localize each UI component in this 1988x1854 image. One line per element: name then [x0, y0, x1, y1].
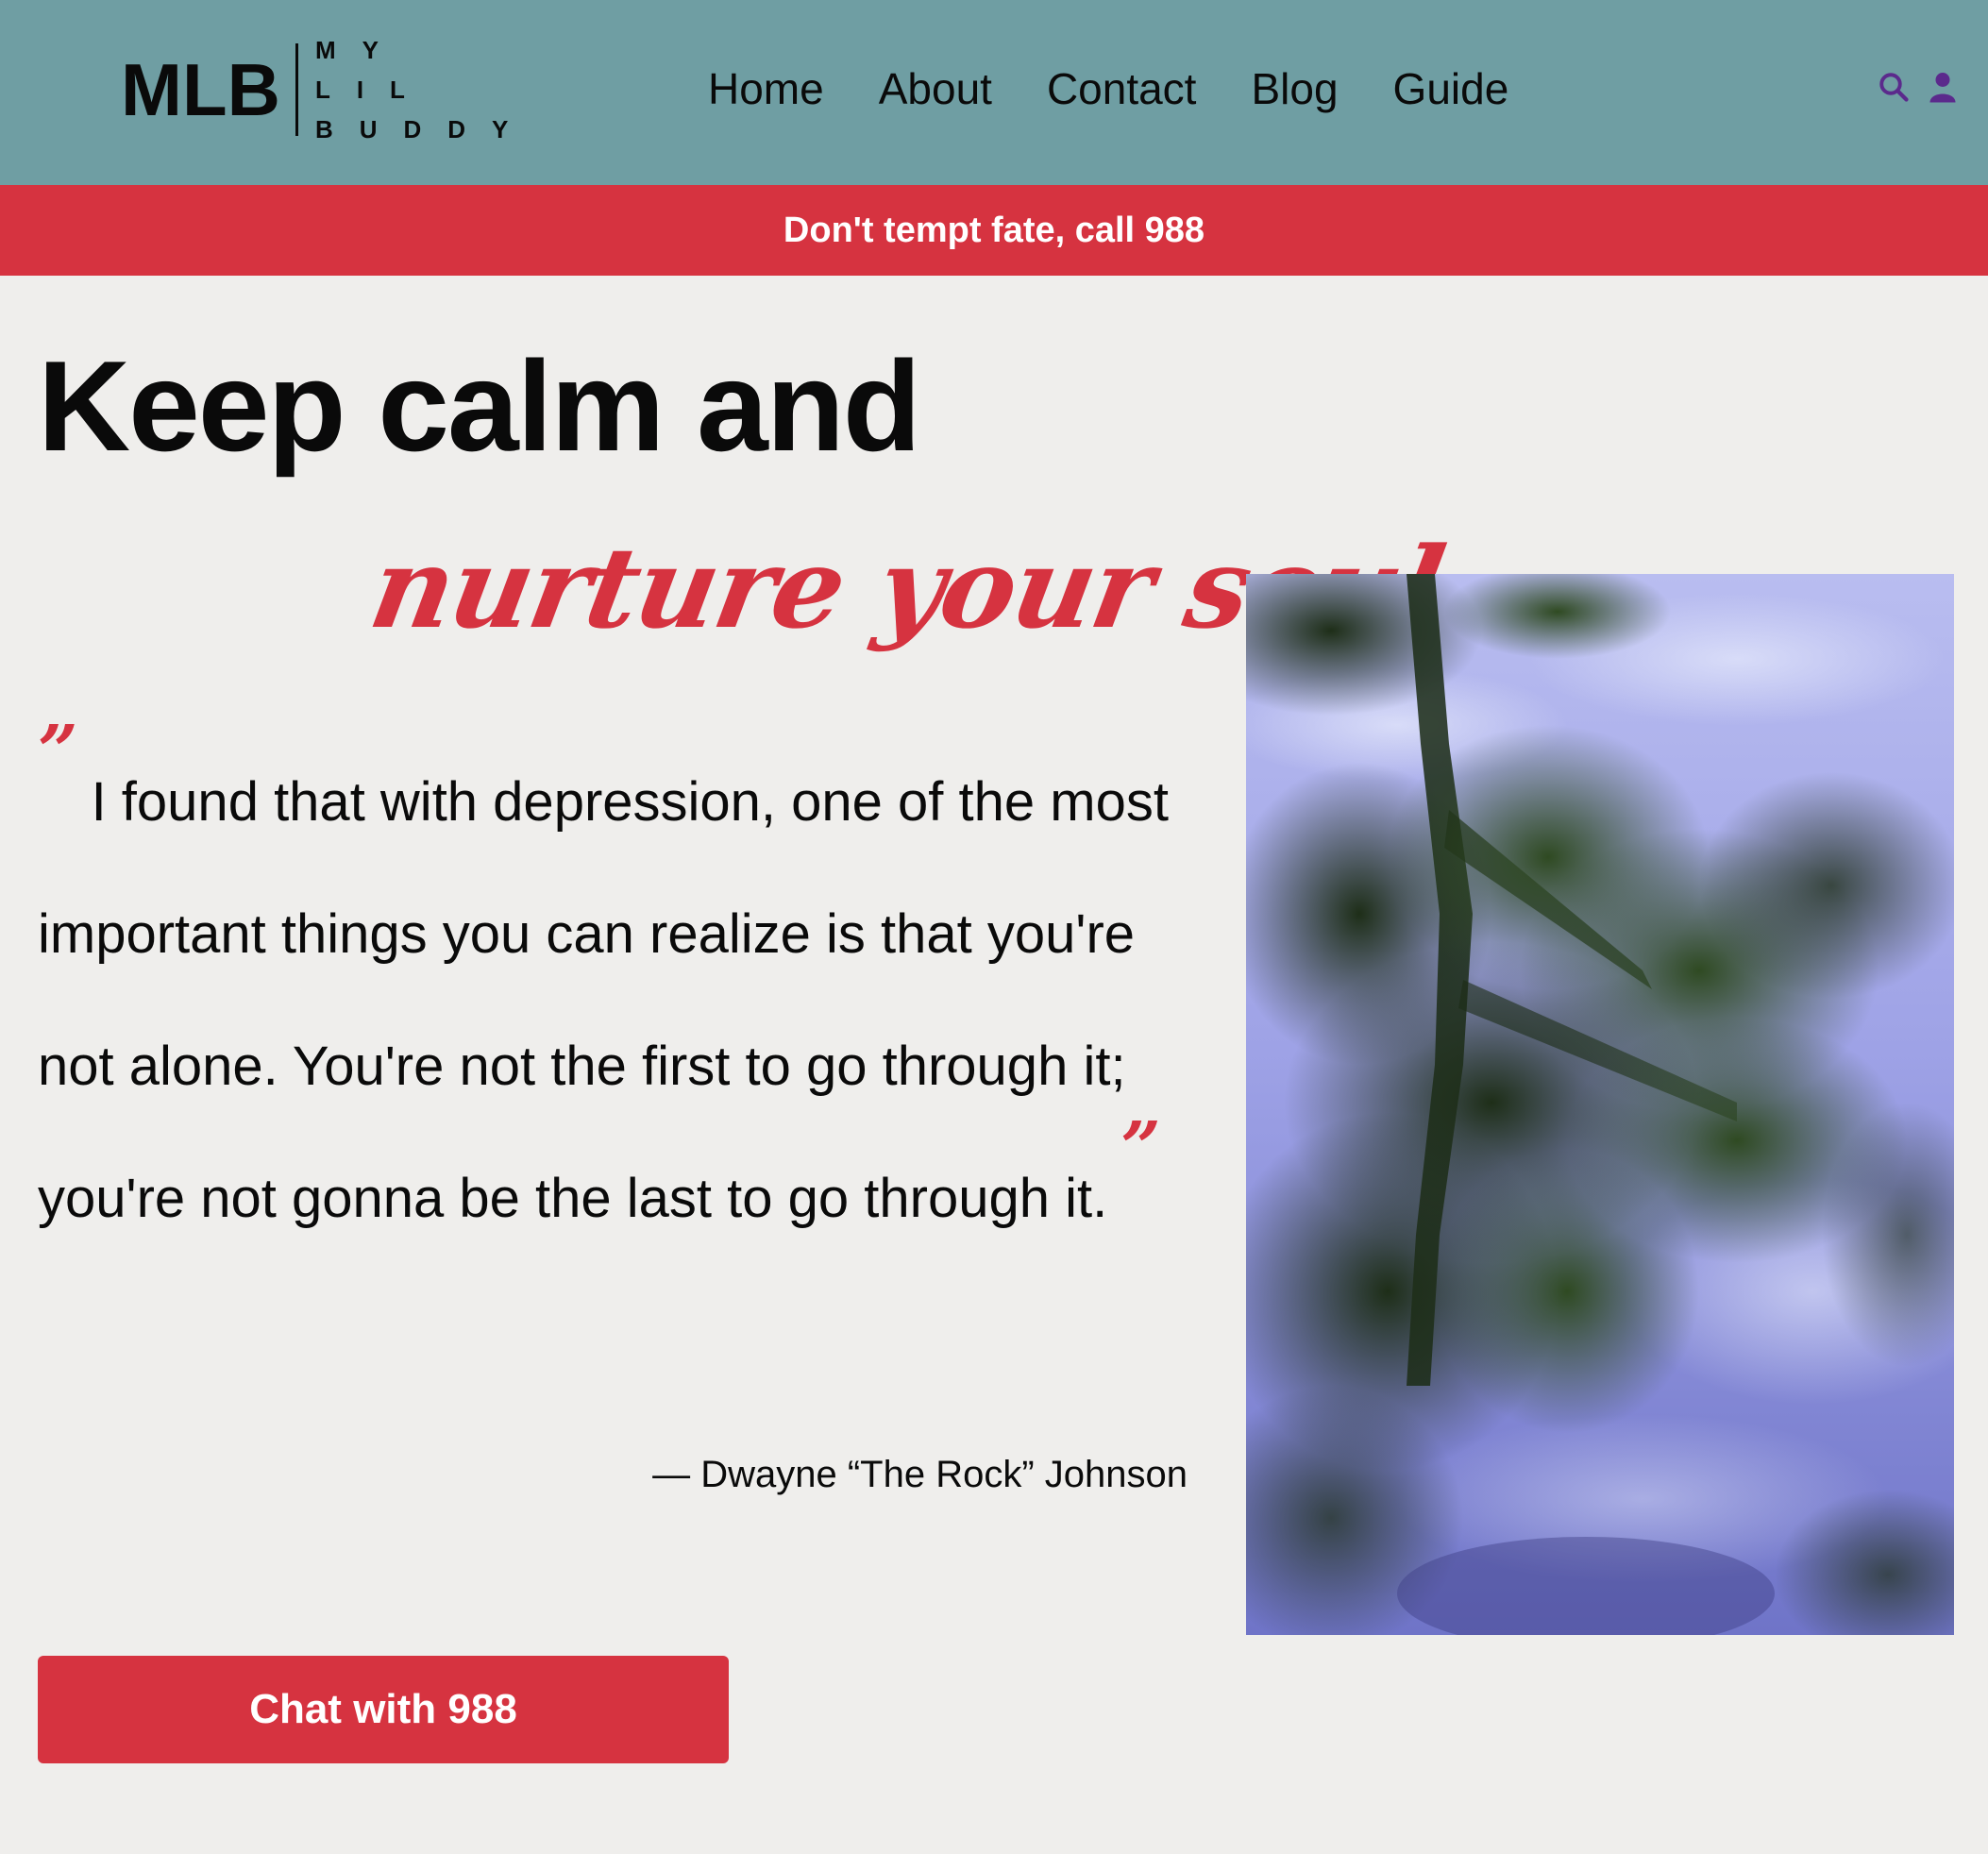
logo-divider: [295, 43, 298, 136]
crisis-alert-bar: Don't tempt fate, call 988: [0, 185, 1988, 276]
search-icon[interactable]: [1877, 70, 1911, 104]
nav-guide[interactable]: Guide: [1393, 59, 1509, 119]
site-logo[interactable]: MLB MY LIL BUDDY: [121, 38, 534, 142]
logo-word-buddy: BUDDY: [314, 115, 535, 143]
quote-text: I found that with depression, one of the…: [38, 771, 1169, 1229]
nav-home[interactable]: Home: [708, 59, 824, 119]
quote-attribution: — Dwayne “The Rock” Johnson: [652, 1454, 1188, 1495]
user-icon[interactable]: [1926, 70, 1960, 104]
close-quote-mark: ”: [1120, 1107, 1161, 1188]
logo-word-my: MY: [314, 36, 405, 64]
nav-blog[interactable]: Blog: [1251, 59, 1338, 119]
hero-image-tree-reflection: [1246, 574, 1954, 1635]
hero-headline: Keep calm and: [38, 334, 921, 478]
site-header: MLB MY LIL BUDDY Home About Contact Blog…: [0, 0, 1988, 185]
alert-text: Don't tempt fate, call 988: [783, 210, 1205, 250]
main-nav: Home About Contact Blog Guide: [708, 59, 1508, 119]
logo-word-lil: LIL: [314, 76, 431, 104]
nav-contact[interactable]: Contact: [1047, 59, 1197, 119]
hero-quote: ”I found that with depression, one of th…: [38, 716, 1208, 1265]
logo-mark: MLB: [121, 48, 280, 131]
header-actions: [1877, 70, 1960, 104]
open-quote-mark: ”: [38, 711, 78, 792]
chat-988-button[interactable]: Chat with 988: [38, 1656, 729, 1763]
logo-wordmark: MY LIL BUDDY: [315, 38, 534, 142]
nav-about[interactable]: About: [879, 59, 992, 119]
